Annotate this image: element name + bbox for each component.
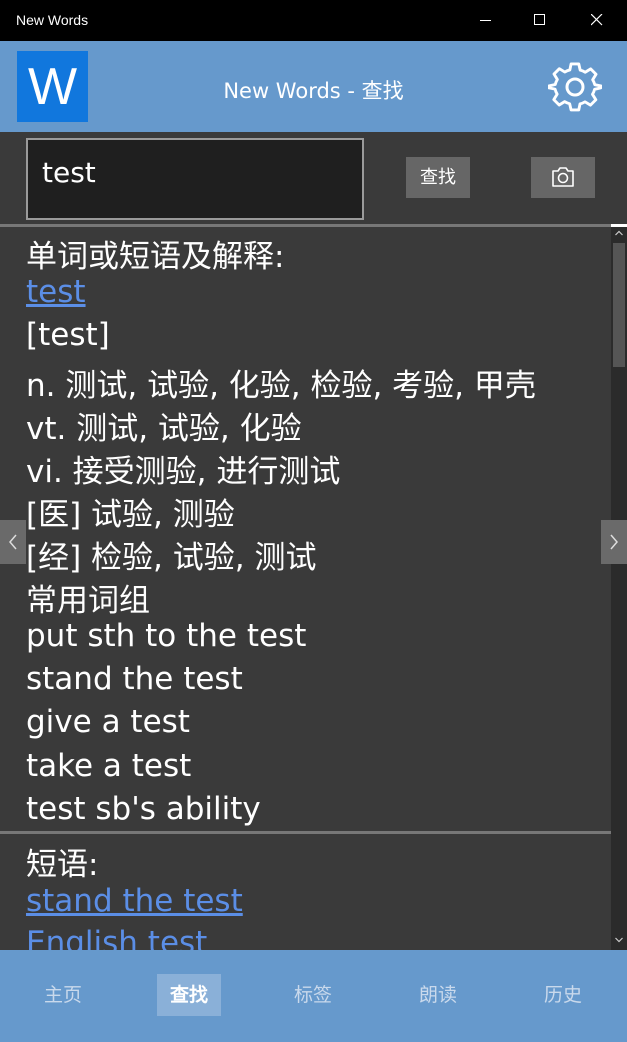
close-icon <box>591 14 603 26</box>
common-phrase: test sb's ability <box>26 791 261 827</box>
close-button[interactable] <box>574 0 620 41</box>
common-phrase: take a test <box>26 748 192 784</box>
page-title: New Words - 查找 <box>223 79 404 103</box>
settings-gear-icon <box>547 62 603 112</box>
window-titlebar: New Words <box>0 0 627 41</box>
nav-item-tags[interactable]: 标签 <box>278 974 348 1016</box>
common-phrase: give a test <box>26 704 190 740</box>
search-button[interactable]: 查找 <box>406 157 470 198</box>
search-input[interactable]: test <box>26 138 364 220</box>
chevron-right-icon <box>610 534 618 550</box>
settings-button[interactable] <box>547 61 603 115</box>
vertical-scrollbar[interactable] <box>611 227 627 950</box>
definition-line: [经] 检验, 试验, 测试 <box>26 540 317 576</box>
related-phrase-link[interactable]: stand the test <box>26 883 243 919</box>
search-bar: test 查找 <box>0 132 627 224</box>
common-phrase: stand the test <box>26 661 243 697</box>
definition-line: [医] 试验, 测验 <box>26 497 235 533</box>
definition-line: n. 测试, 试验, 化验, 检验, 考验, 甲壳 <box>26 368 536 404</box>
scroll-up-icon[interactable] <box>615 230 623 236</box>
nav-item-home[interactable]: 主页 <box>28 974 98 1016</box>
entry-heading: 单词或短语及解释: <box>26 239 285 275</box>
word-link[interactable]: test <box>26 274 86 310</box>
scroll-down-icon[interactable] <box>615 937 623 943</box>
app-header: W New Words - 查找 <box>0 41 627 132</box>
previous-button[interactable] <box>0 520 26 564</box>
phrases-heading: 常用词组 <box>26 583 150 619</box>
definition-panel: 单词或短语及解释: test [test] n. 测试, 试验, 化验, 检验,… <box>0 227 611 950</box>
window-title: New Words <box>16 12 89 28</box>
definition-line: vt. 测试, 试验, 化验 <box>26 411 302 447</box>
minimize-button[interactable] <box>463 0 509 41</box>
camera-icon <box>552 167 574 187</box>
next-button[interactable] <box>601 520 627 564</box>
common-phrase: put sth to the test <box>26 618 307 654</box>
nav-item-read-aloud[interactable]: 朗读 <box>403 974 473 1016</box>
nav-item-search[interactable]: 查找 <box>157 974 221 1016</box>
definition-line: vi. 接受测验, 进行测试 <box>26 454 341 490</box>
related-heading: 短语: <box>26 847 99 883</box>
nav-item-history[interactable]: 历史 <box>528 974 598 1016</box>
minimize-icon <box>480 20 491 21</box>
maximize-icon <box>534 14 545 25</box>
camera-button[interactable] <box>531 157 595 198</box>
maximize-button[interactable] <box>517 0 563 41</box>
section-divider <box>0 831 611 834</box>
related-phrase-link[interactable]: English test <box>26 925 207 950</box>
chevron-left-icon <box>9 534 17 550</box>
bottom-navigation: 主页 查找 标签 朗读 历史 <box>0 950 627 1042</box>
scrollbar-thumb[interactable] <box>613 243 625 367</box>
phonetic: [test] <box>26 317 110 353</box>
